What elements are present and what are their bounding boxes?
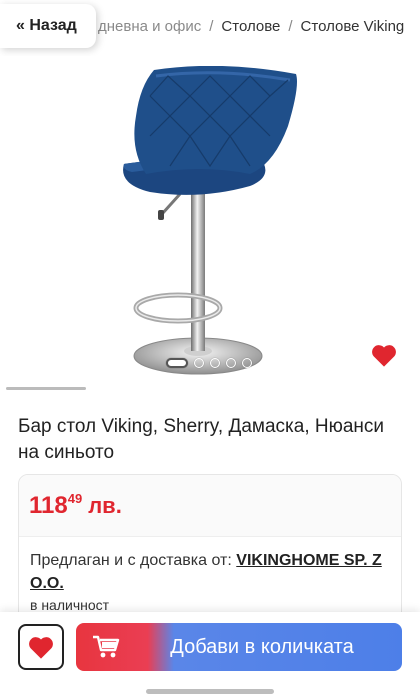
action-bar: Добави в количката (0, 612, 420, 700)
price-whole: 118 (29, 492, 68, 519)
seller-info: Предлаган и с доставка от: VIKINGHOME SP… (30, 549, 394, 595)
stock-status: в наличност (30, 597, 110, 613)
price-currency: лв. (88, 493, 122, 518)
product-image (123, 66, 297, 375)
heart-icon[interactable] (370, 342, 398, 368)
breadcrumb-item-chairs[interactable]: Столове (221, 18, 280, 35)
home-indicator (146, 689, 274, 694)
gallery-dot[interactable] (242, 358, 252, 368)
gallery-scroll-indicator (6, 387, 86, 390)
gallery-pagination (166, 358, 252, 368)
price: 11849 лв. (29, 491, 122, 520)
seller-prefix: Предлаган и с доставка от: (30, 552, 232, 569)
add-to-cart-button[interactable]: Добави в количката (76, 623, 402, 671)
product-gallery[interactable] (0, 56, 420, 390)
gallery-dot[interactable] (194, 358, 204, 368)
heart-icon (29, 637, 53, 659)
offer-card: 11849 лв. Предлаган и с доставка от: VIKI… (18, 474, 402, 634)
product-title: Бар стол Viking, Sherry, Дамаска, Нюанси… (18, 416, 385, 463)
add-to-cart-label: Добави в количката (170, 635, 354, 658)
gallery-dot[interactable] (226, 358, 236, 368)
back-button[interactable]: « Назад (0, 4, 96, 48)
price-cents: 49 (67, 491, 83, 506)
breadcrumb-separator: / (209, 18, 214, 35)
breadcrumb-separator: / (288, 18, 293, 35)
breadcrumb-item-living-office[interactable]: дневна и офис (98, 18, 201, 35)
gallery-dot[interactable] (210, 358, 220, 368)
cart-icon (76, 634, 136, 660)
price-box: 11849 лв. (19, 475, 401, 537)
add-to-favorites-button[interactable] (18, 624, 64, 670)
breadcrumb-bar: дневна и офис / Столове / Столове Viking « Н… (0, 0, 420, 56)
breadcrumb-item-viking-chairs[interactable]: Столове Viking (301, 18, 405, 35)
gallery-dot[interactable] (166, 358, 188, 368)
breadcrumb: дневна и офис / Столове / Столове Viking (98, 18, 404, 35)
